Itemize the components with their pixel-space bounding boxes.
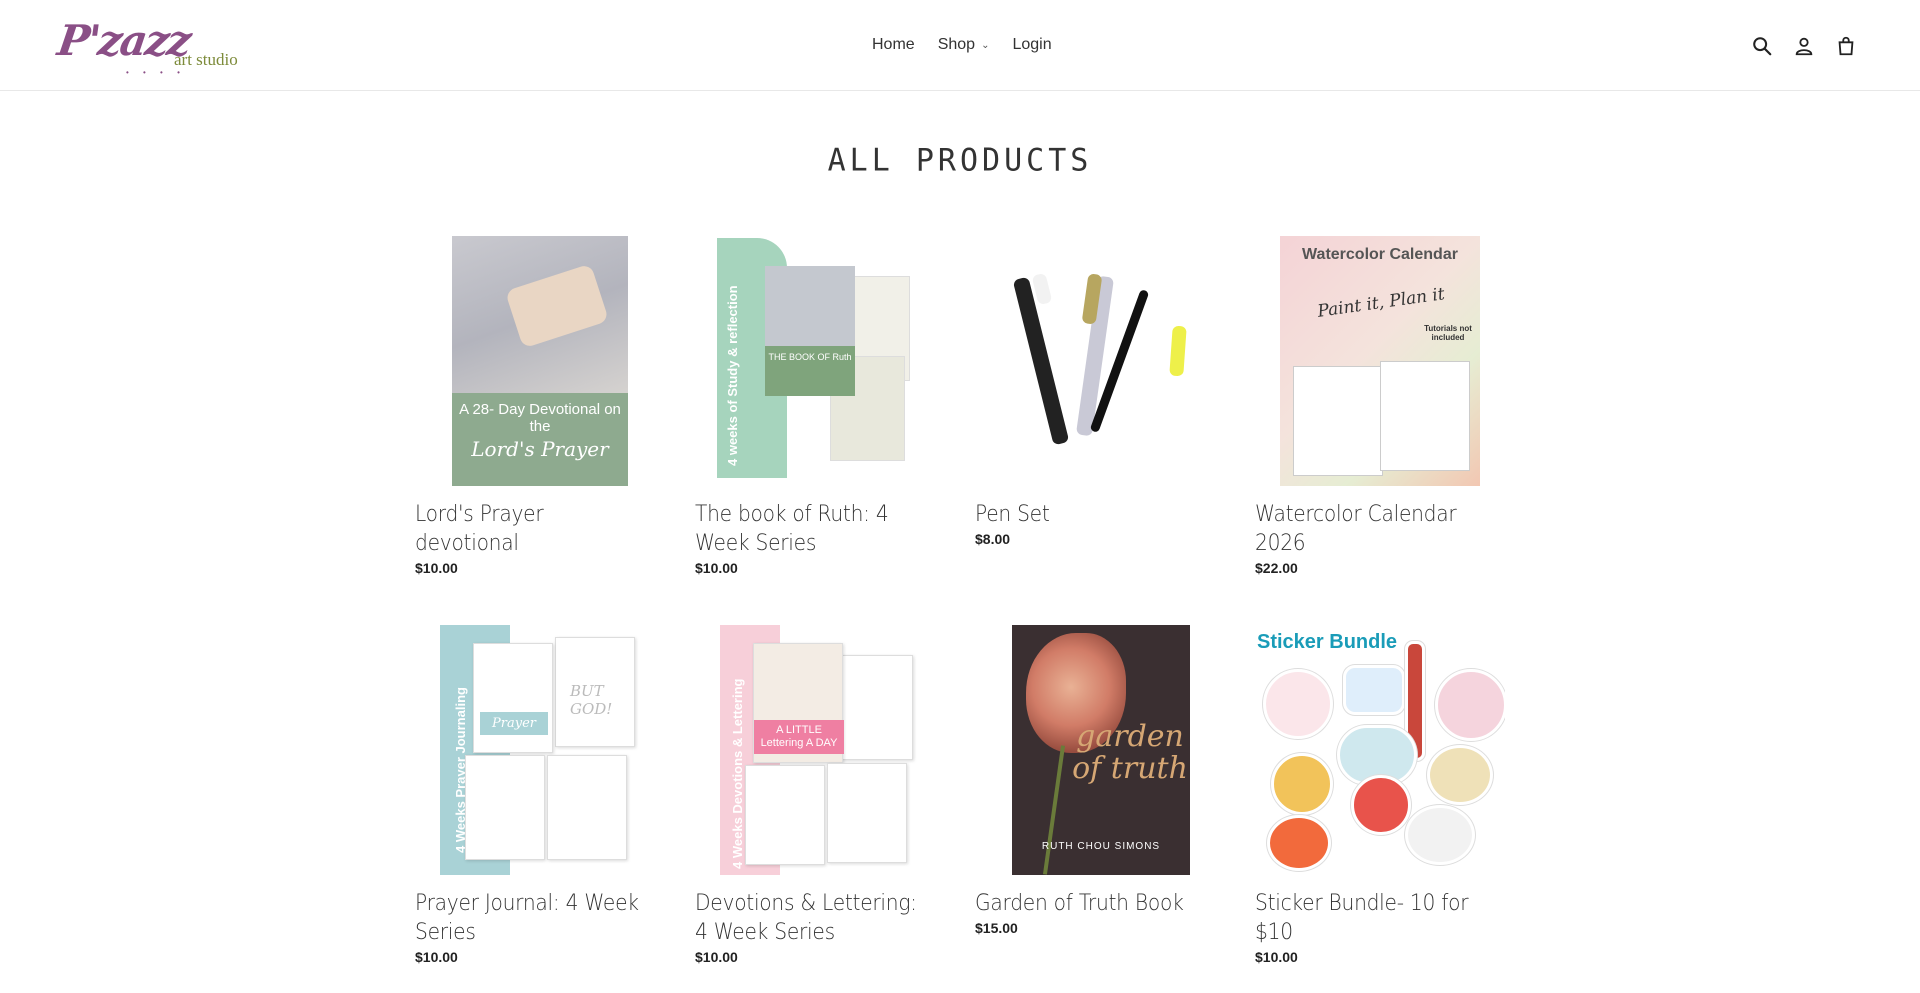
account-icon[interactable] xyxy=(1790,33,1818,59)
product-image[interactable]: 4 weeks of Study & reflection THE BOOK O… xyxy=(695,236,945,486)
thumb-text: Watercolor Calendar xyxy=(1302,246,1458,263)
product-card[interactable]: 4 Weeks Prayer Journaling BUT GOD! Praye… xyxy=(415,625,665,965)
product-name[interactable]: Prayer Journal: 4 Week Series xyxy=(415,889,645,947)
product-name[interactable]: Watercolor Calendar 2026 xyxy=(1255,500,1485,558)
site-header: P'zazz art studio • • • • Home Shop ⌄ Log… xyxy=(0,0,1920,91)
product-name[interactable]: Garden of Truth Book xyxy=(975,889,1205,918)
nav-shop[interactable]: Shop ⌄ xyxy=(938,36,990,54)
thumb-text: A 28- Day Devotional on the xyxy=(459,401,621,435)
nav-login-label: Login xyxy=(1012,36,1052,53)
header-icons xyxy=(1748,33,1874,59)
nav-login[interactable]: Login xyxy=(1012,36,1051,54)
thumb-text: 4 weeks of Study & reflection xyxy=(725,285,740,466)
logo-script-text: P'zazz xyxy=(54,16,193,65)
product-image[interactable]: garden of truth RUTH CHOU SIMONS xyxy=(975,625,1225,875)
product-card[interactable]: 4 weeks of Study & reflection THE BOOK O… xyxy=(695,236,945,576)
logo-dots: • • • • xyxy=(126,68,186,77)
thumb-text: THE BOOK OF Ruth xyxy=(765,346,855,396)
devotional-cover: A 28- Day Devotional on the Lord's Praye… xyxy=(452,236,628,486)
thumb-text: Prayer xyxy=(480,712,548,735)
chevron-down-icon: ⌄ xyxy=(981,39,990,51)
page-title: ALL PRODUCTS xyxy=(827,142,1093,179)
thumb-text: RUTH CHOU SIMONS xyxy=(1041,841,1161,852)
product-name[interactable]: Devotions & Lettering: 4 Week Series xyxy=(695,889,925,947)
product-image[interactable]: Watercolor Calendar Paint it, Plan it Tu… xyxy=(1255,236,1505,486)
product-image[interactable] xyxy=(975,236,1225,486)
search-icon[interactable] xyxy=(1748,33,1776,59)
product-image[interactable]: 4 Weeks Devotions & Lettering A LITTLE L… xyxy=(695,625,945,875)
site-logo[interactable]: P'zazz art studio • • • • xyxy=(54,16,238,78)
product-image[interactable]: Sticker Bundle xyxy=(1255,625,1505,875)
product-card[interactable]: 4 Weeks Devotions & Lettering A LITTLE L… xyxy=(695,625,945,965)
main-nav: Home Shop ⌄ Login xyxy=(872,36,1075,54)
product-name[interactable]: The book of Ruth: 4 Week Series xyxy=(695,500,925,558)
product-price: $8.00 xyxy=(975,531,1011,547)
nav-shop-label: Shop xyxy=(937,36,976,53)
product-card[interactable]: garden of truth RUTH CHOU SIMONS Garden … xyxy=(975,625,1225,936)
cart-icon[interactable] xyxy=(1832,33,1860,59)
nav-home[interactable]: Home xyxy=(872,36,915,54)
product-name[interactable]: Sticker Bundle- 10 for $10 xyxy=(1255,889,1485,947)
product-price: $22.00 xyxy=(1255,560,1298,576)
product-card[interactable]: Pen Set $8.00 xyxy=(975,236,1225,547)
product-name[interactable]: Lord's Prayer devotional xyxy=(415,500,645,558)
product-name[interactable]: Pen Set xyxy=(975,500,1205,529)
thumb-text: A LITTLE Lettering A DAY xyxy=(754,720,844,754)
product-image[interactable]: A 28- Day Devotional on the Lord's Praye… xyxy=(415,236,665,486)
product-card[interactable]: A 28- Day Devotional on the Lord's Praye… xyxy=(415,236,665,576)
thumb-text: BUT GOD! xyxy=(570,682,613,718)
thumb-text: Tutorials not included xyxy=(1424,324,1472,342)
product-card[interactable]: Watercolor Calendar Paint it, Plan it Tu… xyxy=(1255,236,1505,576)
logo-sub-text: art studio xyxy=(174,50,238,69)
nav-home-label: Home xyxy=(872,36,915,53)
product-card[interactable]: Sticker Bundle Sticker Bundle- 10 for $1… xyxy=(1255,625,1505,965)
product-price: $10.00 xyxy=(415,560,458,576)
thumb-text: garden of truth xyxy=(1072,719,1188,786)
thumb-text: Sticker Bundle xyxy=(1257,631,1398,653)
product-price: $10.00 xyxy=(695,560,738,576)
thumb-text: Lord's Prayer xyxy=(471,437,609,461)
book-cover: garden of truth RUTH CHOU SIMONS xyxy=(1012,625,1190,875)
product-price: $10.00 xyxy=(415,949,458,965)
product-image[interactable]: 4 Weeks Prayer Journaling BUT GOD! Praye… xyxy=(415,625,665,875)
product-price: $15.00 xyxy=(975,920,1018,936)
thumb-text: 4 Weeks Devotions & Lettering xyxy=(730,678,745,869)
product-price: $10.00 xyxy=(695,949,738,965)
product-price: $10.00 xyxy=(1255,949,1298,965)
